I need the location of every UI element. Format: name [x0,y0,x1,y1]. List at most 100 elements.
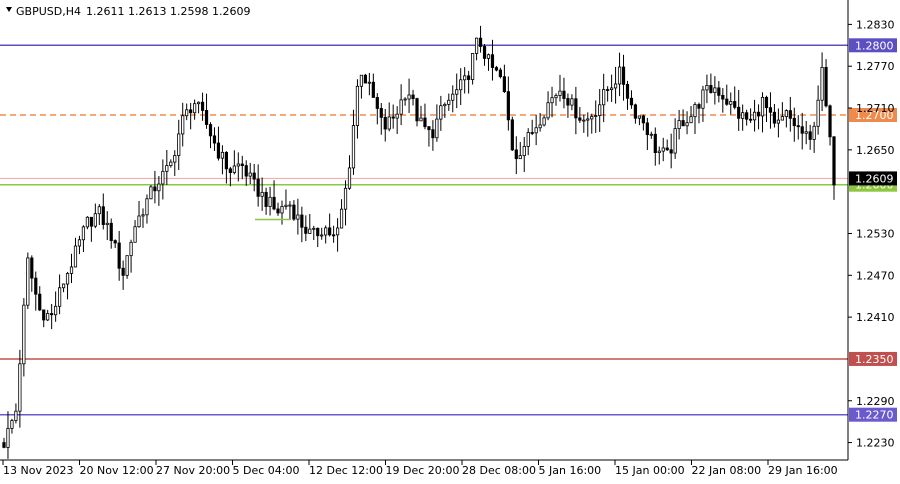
candle-bullish [784,110,788,117]
candle-bearish [391,116,395,119]
y-tick-label: 1.2830 [856,18,895,31]
candle-bearish [200,101,205,111]
candle-bearish [328,227,332,236]
candle-bullish [463,75,467,81]
candle-bearish [796,125,800,128]
candle-bearish [709,85,713,93]
candle-bearish [566,98,570,106]
candle-bullish [661,147,665,152]
candle-bullish [359,74,364,87]
candle-bearish [371,81,375,98]
candle-bearish [415,98,419,122]
candle-bearish [292,204,296,220]
candle-bullish [236,163,240,167]
candle-bullish [324,227,328,236]
candle-bullish [173,155,177,163]
candle-bearish [665,147,669,151]
candle-bullish [439,105,443,120]
candle-bullish [582,119,586,122]
candle-bearish [244,165,248,177]
candle-bullish [343,187,348,210]
candle-bullish [657,150,661,154]
x-tick-label: 12 Dec 12:00 [309,464,383,477]
candle-bullish [81,226,86,241]
candle-bullish [196,101,201,105]
candle-bearish [490,54,495,68]
level-label: 1.2270 [855,409,894,422]
candle-bullish [69,266,74,274]
candle-bullish [486,54,491,59]
y-tick-label: 1.2470 [856,269,895,282]
candle-bullish [522,145,526,157]
x-tick-label: 15 Jan 00:00 [615,464,685,477]
candle-bullish [407,94,411,100]
y-tick-label: 1.2770 [856,60,895,73]
candle-bearish [625,83,630,99]
candle-bullish [693,104,697,118]
candle-bullish [713,87,717,93]
y-tick-label: 1.2710 [856,102,895,115]
candle-bullish [387,116,391,130]
candle-bullish [689,116,693,124]
candle-bearish [212,135,217,144]
symbol-label: GBPUSD,H4 [16,5,81,18]
candle-bullish [673,128,677,154]
candle-bullish [137,215,141,228]
candle-bullish [447,99,451,105]
candle-bullish [125,255,129,276]
candle-bearish [316,227,320,237]
candle-bearish [431,129,435,139]
chart-canvas[interactable]: GBPUSD,H4 1.2611 1.2613 1.2598 1.2609 1.… [0,0,900,480]
candle-bullish [705,85,709,91]
candle-bullish [46,313,50,321]
candle-bullish [18,363,22,412]
price-chart[interactable]: GBPUSD,H4 1.2611 1.2613 1.2598 1.2609 1.… [0,0,900,480]
x-tick-label: 19 Dec 20:00 [386,464,460,477]
candle-bullish [617,66,622,85]
candle-bullish [542,117,546,126]
y-tick-label: 1.2530 [856,227,895,240]
candle-bullish [546,102,550,119]
candle-bullish [554,95,558,99]
candle-bullish [77,239,82,247]
candle-bullish [312,227,316,230]
candle-bullish [193,103,197,114]
candle-bullish [471,53,475,80]
candle-bullish [320,234,324,237]
candle-bearish [423,117,427,128]
candle-bullish [260,191,264,197]
ohlc-readout: 1.2611 1.2613 1.2598 1.2609 [86,5,250,18]
candle-bearish [101,206,105,225]
candle-bearish [502,76,506,93]
candle-bullish [181,115,185,135]
candle-bearish [30,257,34,279]
candle-bullish [284,204,288,207]
candle-bullish [355,85,360,126]
current-price-label: 1.2609 [855,172,894,185]
candle-bullish [558,90,562,96]
candle-bullish [14,410,18,421]
candle-bearish [113,240,117,244]
candle-bearish [189,109,193,114]
candle-bearish [42,309,46,321]
candle-bullish [335,227,340,236]
candle-bullish [435,118,439,139]
candle-bullish [57,287,62,307]
candle-bullish [550,97,554,104]
candle-bearish [733,101,737,108]
candle-bearish [304,226,308,234]
candle-bearish [272,196,276,210]
candle-bearish [478,37,483,47]
candle-bearish [208,124,213,137]
candle-bullish [61,283,66,289]
candle-bullish [534,127,538,134]
x-tick-label: 20 Nov 12:00 [80,464,154,477]
candle-bullish [220,151,225,159]
y-tick-label: 1.2230 [856,437,895,450]
candle-bearish [737,106,741,119]
candle-bearish [621,66,626,85]
candle-bullish [129,241,133,257]
candle-bullish [741,112,745,119]
candle-bullish [816,99,820,127]
candle-bearish [606,89,610,91]
